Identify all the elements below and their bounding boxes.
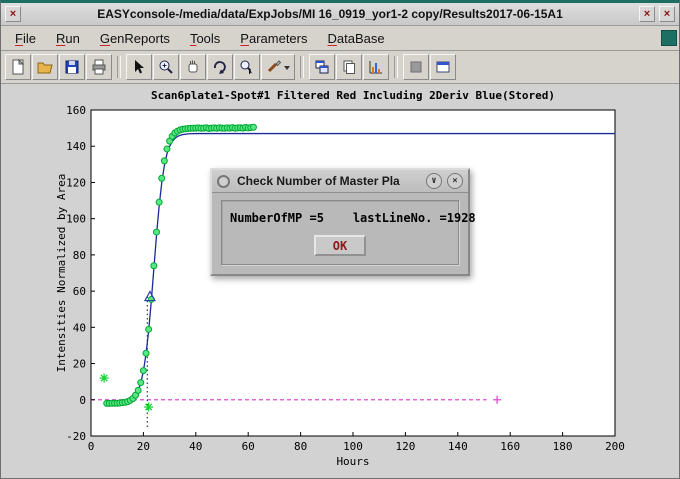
menu-database[interactable]: DataBase [318, 29, 395, 48]
cursor-arrow-icon [130, 58, 148, 76]
menu-tools[interactable]: Tools [180, 29, 230, 48]
measured-points [151, 263, 157, 269]
zoom-in-button[interactable] [153, 54, 179, 80]
paint-brush-icon [265, 58, 291, 76]
y-tick-label: 100 [66, 213, 86, 226]
toolbar-separator [117, 56, 121, 78]
toolbar-separator [300, 56, 304, 78]
zoom-select-button[interactable] [234, 54, 260, 80]
measured-points [250, 124, 256, 130]
tile-windows-button[interactable] [309, 54, 335, 80]
menu-genreports[interactable]: GenReports [90, 29, 180, 48]
save-button[interactable] [59, 54, 85, 80]
x-axis-label: Hours [336, 455, 369, 468]
y-tick-label: 0 [79, 394, 86, 407]
measured-points [135, 387, 141, 393]
y-tick-label: 140 [66, 140, 86, 153]
measured-points [140, 368, 146, 374]
pan-button[interactable] [180, 54, 206, 80]
open-folder-icon [36, 58, 54, 76]
menubar: File Run GenReports Tools Parameters Dat… [1, 26, 679, 51]
dialog-collapse-button[interactable]: ∨ [426, 173, 442, 189]
ok-button[interactable]: OK [314, 235, 366, 256]
y-tick-label: 20 [73, 358, 86, 371]
x-tick-label: 140 [448, 440, 468, 453]
measured-points [156, 199, 162, 205]
window-title: EASYconsole-/media/data/ExpJobs/MI 16_09… [27, 3, 633, 25]
menu-run[interactable]: Run [46, 29, 90, 48]
x-tick-label: 160 [500, 440, 520, 453]
dialog-message: NumberOfMP =5 lastLineNo. =1928 [230, 211, 476, 225]
measured-points [161, 158, 167, 164]
y-tick-label: 80 [73, 249, 86, 262]
menu-file[interactable]: File [5, 29, 46, 48]
chart-canvas: 020406080100120140160180200-200204060801… [1, 84, 679, 478]
cursor-tool-button[interactable] [126, 54, 152, 80]
measured-points [143, 350, 149, 356]
y-tick-label: -20 [66, 430, 86, 443]
window-titlebar: × EASYconsole-/media/data/ExpJobs/MI 16_… [1, 3, 679, 26]
menu-parameters[interactable]: Parameters [230, 29, 317, 48]
chart-button[interactable] [363, 54, 389, 80]
square-button[interactable] [403, 54, 429, 80]
dialog-title: Check Number of Master Pla [237, 174, 421, 188]
window-button[interactable] [430, 54, 456, 80]
x-tick-label: 0 [88, 440, 95, 453]
brush-button[interactable] [261, 54, 295, 80]
measured-points [154, 229, 160, 235]
window-close-left-button[interactable]: × [5, 6, 21, 22]
x-tick-label: 20 [137, 440, 150, 453]
window-close-button[interactable]: × [659, 6, 675, 22]
x-tick-label: 40 [189, 440, 202, 453]
dialog-panel: NumberOfMP =5 lastLineNo. =1928 OK [221, 200, 459, 265]
open-button[interactable] [32, 54, 58, 80]
dialog-body: NumberOfMP =5 lastLineNo. =1928 OK [212, 193, 468, 274]
menubar-grip[interactable] [661, 30, 677, 46]
app-window: × EASYconsole-/media/data/ExpJobs/MI 16_… [0, 0, 680, 479]
rotate-button[interactable] [207, 54, 233, 80]
save-icon [63, 58, 81, 76]
measured-points [146, 326, 152, 332]
window-frame-icon [434, 58, 452, 76]
measured-points [138, 380, 144, 386]
new-button[interactable] [5, 54, 31, 80]
zoom-in-icon [157, 58, 175, 76]
y-tick-label: 160 [66, 104, 86, 117]
copy-pages-icon [340, 58, 358, 76]
rotate-icon [211, 58, 229, 76]
dialog-titlebar[interactable]: Check Number of Master Pla ∨ × [212, 170, 468, 193]
dialog-circle-icon [217, 175, 230, 188]
toolbar [1, 51, 679, 84]
toolbar-separator [394, 56, 398, 78]
print-button[interactable] [86, 54, 112, 80]
x-tick-label: 200 [605, 440, 625, 453]
x-tick-label: 180 [553, 440, 573, 453]
dialog-check-number-of-master-plates: Check Number of Master Pla ∨ × NumberOfM… [210, 168, 470, 276]
window-iconify-button[interactable]: × [639, 6, 655, 22]
x-tick-label: 100 [343, 440, 363, 453]
y-tick-label: 40 [73, 321, 86, 334]
zoom-pointer-icon [238, 58, 256, 76]
x-tick-label: 80 [294, 440, 307, 453]
bar-chart-icon [367, 58, 385, 76]
dialog-close-button[interactable]: × [447, 173, 463, 189]
chart-area: 020406080100120140160180200-200204060801… [1, 84, 679, 478]
chart-title: Scan6plate1-Spot#1 Filtered Red Includin… [151, 89, 555, 102]
new-document-icon [9, 58, 27, 76]
y-tick-label: 60 [73, 285, 86, 298]
print-icon [90, 58, 108, 76]
solid-square-icon [407, 58, 425, 76]
copy-button[interactable] [336, 54, 362, 80]
y-axis-label: Intensities Normalized by Area [55, 174, 68, 373]
pan-hand-icon [184, 58, 202, 76]
x-tick-label: 120 [395, 440, 415, 453]
x-tick-label: 60 [242, 440, 255, 453]
measured-points [159, 175, 165, 181]
tile-windows-icon [313, 58, 331, 76]
measured-points [164, 146, 170, 152]
y-tick-label: 120 [66, 176, 86, 189]
